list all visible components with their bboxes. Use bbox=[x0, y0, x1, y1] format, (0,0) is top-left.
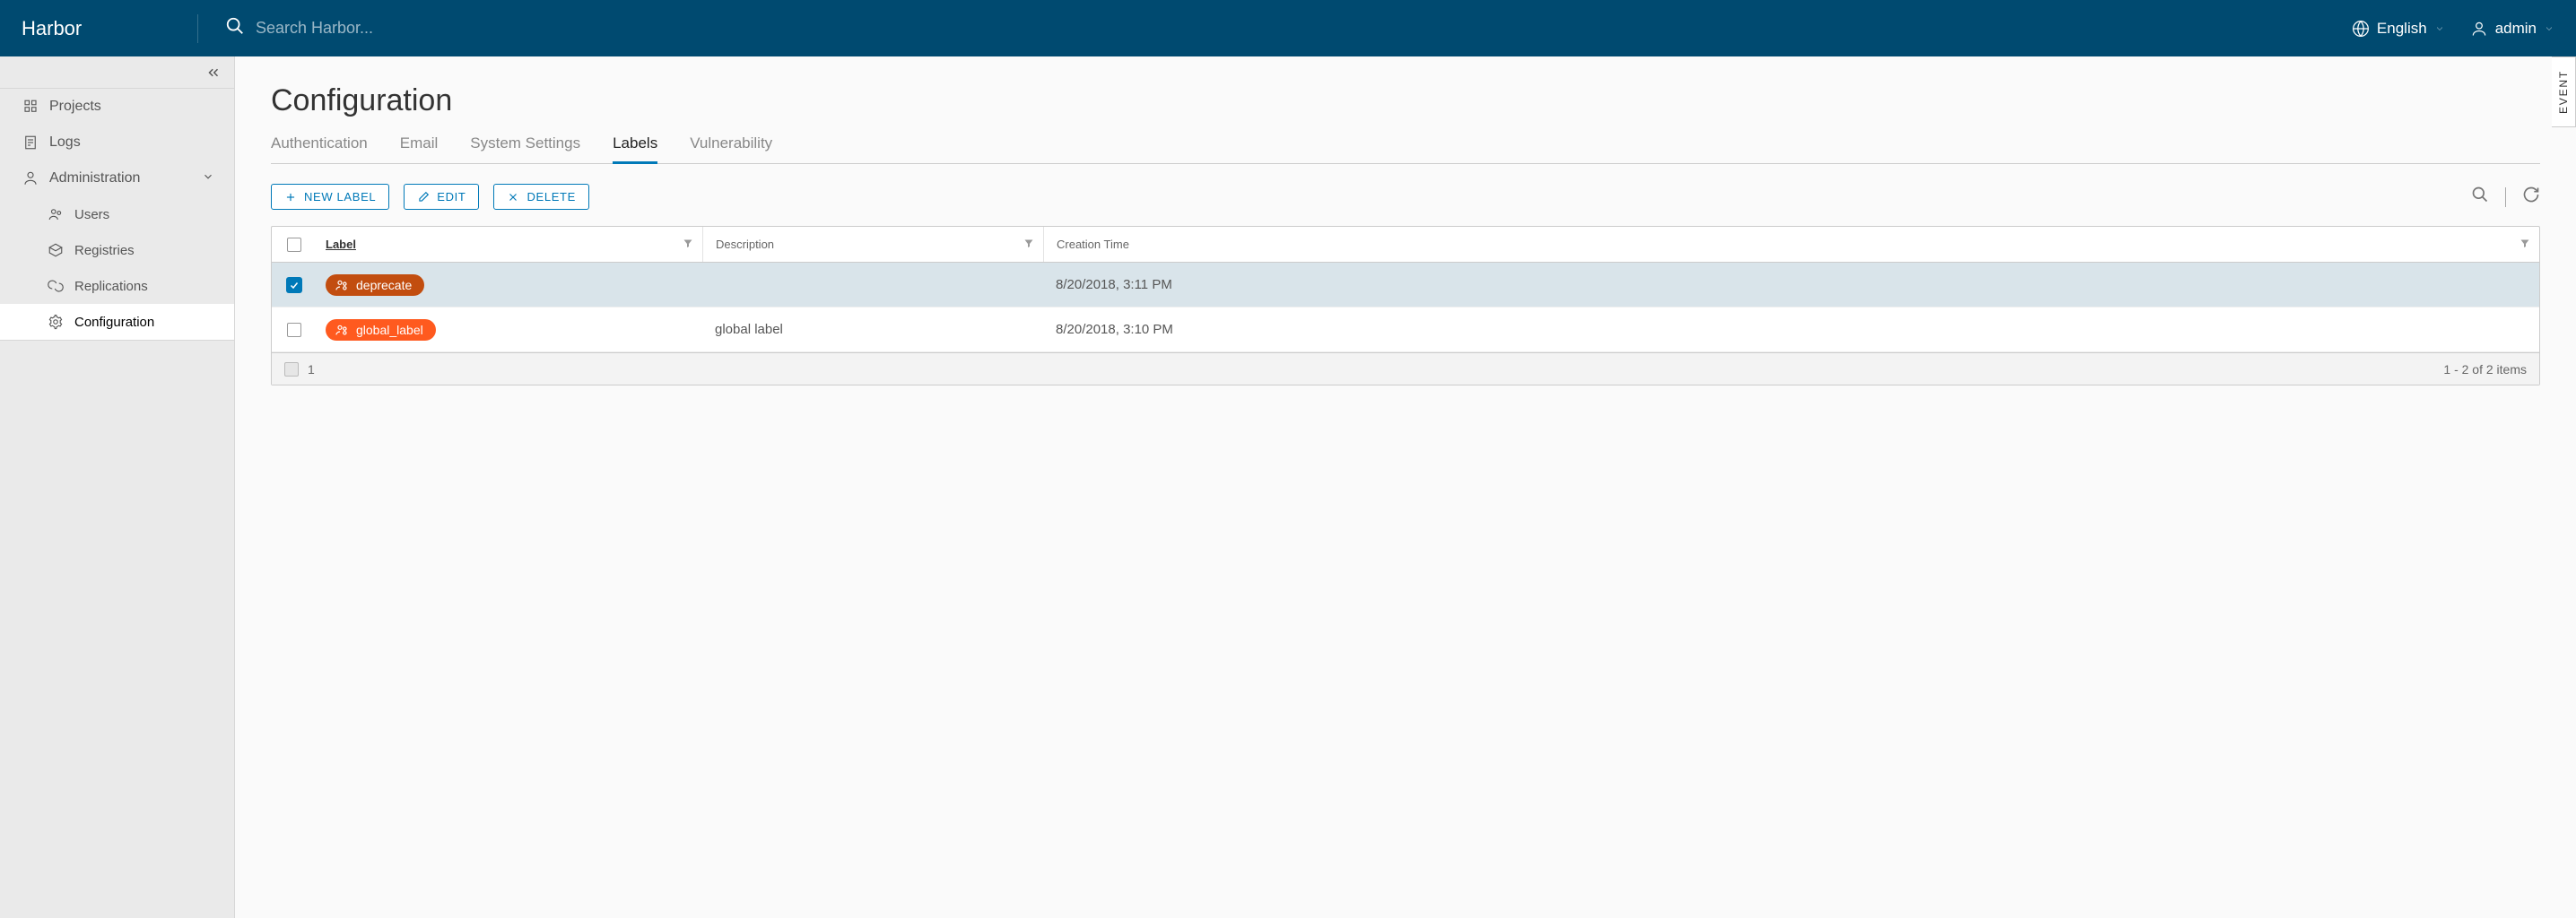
tab-labels[interactable]: Labels bbox=[613, 134, 657, 164]
button-label: New Label bbox=[304, 190, 376, 204]
column-header-text: Label bbox=[326, 238, 356, 251]
sidebar-item-label: Replications bbox=[74, 279, 148, 294]
row-checkbox[interactable] bbox=[287, 323, 301, 337]
labels-grid: Label Description Creation Time bbox=[271, 226, 2540, 385]
filter-icon[interactable] bbox=[683, 238, 693, 251]
button-label: Delete bbox=[527, 190, 575, 204]
brand-title: Harbor bbox=[0, 17, 197, 40]
sidebar-item-label: Users bbox=[74, 207, 109, 222]
sidebar-item-registries[interactable]: Registries bbox=[0, 232, 234, 268]
sidebar-item-administration[interactable]: Administration bbox=[0, 160, 234, 196]
user-menu[interactable]: admin bbox=[2470, 20, 2554, 38]
table-row[interactable]: global_label global label 8/20/2018, 3:1… bbox=[272, 307, 2539, 352]
config-tabs: Authentication Email System Settings Lab… bbox=[271, 134, 2540, 164]
delete-button[interactable]: Delete bbox=[493, 184, 588, 210]
filter-icon[interactable] bbox=[1023, 238, 1034, 251]
column-header-creation-time[interactable]: Creation Time bbox=[1043, 227, 2539, 262]
pagination-range: 1 - 2 of 2 items bbox=[2443, 362, 2527, 377]
button-label: Edit bbox=[437, 190, 466, 204]
refresh-icon[interactable] bbox=[2522, 186, 2540, 208]
tab-vulnerability[interactable]: Vulnerability bbox=[690, 134, 772, 164]
grid-footer: 1 1 - 2 of 2 items bbox=[272, 352, 2539, 385]
sidebar-item-users[interactable]: Users bbox=[0, 196, 234, 232]
sidebar-item-logs[interactable]: Logs bbox=[0, 125, 234, 160]
search-input[interactable] bbox=[256, 19, 525, 38]
chevron-down-icon bbox=[2544, 23, 2554, 34]
column-header-label[interactable]: Label bbox=[317, 238, 702, 251]
sidebar-item-projects[interactable]: Projects bbox=[0, 89, 234, 125]
page-title: Configuration bbox=[271, 83, 2540, 118]
grid-search-icon[interactable] bbox=[2471, 186, 2489, 208]
row-description: global label bbox=[702, 307, 1043, 351]
filter-icon[interactable] bbox=[2519, 238, 2530, 251]
select-all-checkbox[interactable] bbox=[287, 238, 301, 252]
search-icon bbox=[225, 16, 245, 40]
event-panel-toggle[interactable]: EVENT bbox=[2552, 56, 2576, 127]
edit-button[interactable]: Edit bbox=[404, 184, 479, 210]
tab-system-settings[interactable]: System Settings bbox=[470, 134, 580, 164]
tab-authentication[interactable]: Authentication bbox=[271, 134, 368, 164]
row-creation-time: 8/20/2018, 3:11 PM bbox=[1043, 263, 2539, 307]
selected-count: 1 bbox=[308, 362, 315, 377]
chevron-down-icon bbox=[2434, 23, 2445, 34]
sidebar-item-label: Projects bbox=[49, 99, 101, 115]
language-label: English bbox=[2377, 20, 2427, 38]
sidebar-item-configuration[interactable]: Configuration bbox=[0, 304, 234, 340]
column-header-text: Creation Time bbox=[1057, 238, 1129, 251]
row-checkbox[interactable] bbox=[286, 277, 302, 293]
row-creation-time: 8/20/2018, 3:10 PM bbox=[1043, 307, 2539, 351]
action-separator bbox=[2505, 187, 2506, 207]
sidebar-item-label: Administration bbox=[49, 170, 140, 186]
footer-checkbox bbox=[284, 362, 299, 377]
grid-header: Label Description Creation Time bbox=[272, 227, 2539, 263]
sidebar-item-label: Logs bbox=[49, 134, 81, 151]
column-header-text: Description bbox=[716, 238, 774, 251]
sidebar-item-label: Registries bbox=[74, 243, 135, 258]
sidebar-item-label: Configuration bbox=[74, 315, 154, 330]
label-chip: deprecate bbox=[326, 274, 424, 296]
tab-email[interactable]: Email bbox=[400, 134, 439, 164]
column-header-description[interactable]: Description bbox=[702, 227, 1043, 262]
user-label: admin bbox=[2495, 20, 2537, 38]
label-chip-text: deprecate bbox=[356, 278, 412, 292]
sidebar: Projects Logs Administration Users Regis… bbox=[0, 56, 235, 918]
label-chip-text: global_label bbox=[356, 323, 423, 337]
language-selector[interactable]: English bbox=[2352, 20, 2445, 38]
label-chip: global_label bbox=[326, 319, 436, 341]
new-label-button[interactable]: New Label bbox=[271, 184, 389, 210]
chevron-down-icon bbox=[202, 170, 214, 187]
sidebar-collapse[interactable] bbox=[0, 56, 234, 89]
sidebar-item-replications[interactable]: Replications bbox=[0, 268, 234, 304]
table-row[interactable]: deprecate 8/20/2018, 3:11 PM bbox=[272, 263, 2539, 307]
row-description bbox=[702, 263, 1043, 307]
